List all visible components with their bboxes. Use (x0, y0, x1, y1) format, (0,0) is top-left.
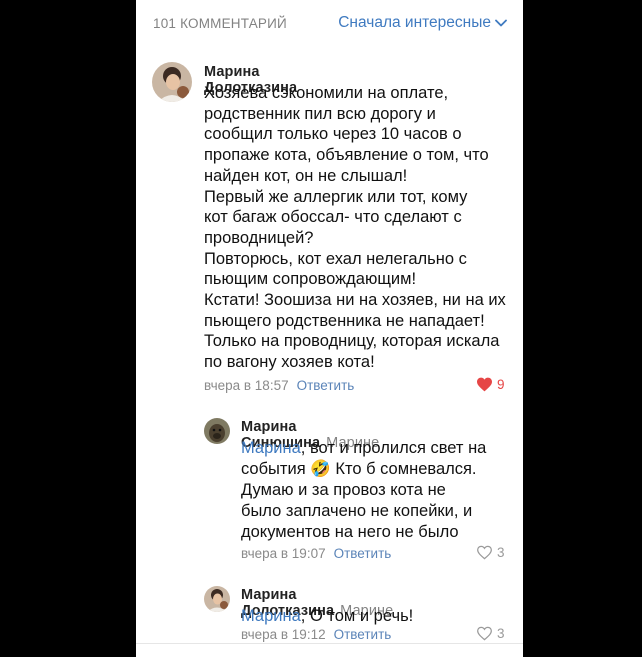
reply-button[interactable]: Ответить (297, 378, 355, 393)
like-button[interactable]: 3 (476, 545, 505, 560)
reply-button[interactable]: Ответить (334, 546, 392, 561)
comment-text: Марина, вот и пролился свет на события 🤣… (241, 439, 487, 541)
comment-text: Хозяева сэкономили на оплате, родственни… (204, 84, 506, 372)
avatar[interactable] (152, 62, 192, 102)
comment-text: Марина, О том и речь! (241, 607, 414, 625)
comments-count: 101 КОММЕНТАРИЙ (153, 15, 287, 31)
avatar[interactable] (204, 418, 230, 444)
reply-button[interactable]: Ответить (334, 627, 392, 642)
bottom-input-bar[interactable] (136, 643, 523, 657)
comment-time: вчера в 18:57 (204, 378, 289, 393)
avatar[interactable] (204, 586, 230, 612)
heart-outline-icon (477, 545, 492, 560)
like-button[interactable]: 3 (476, 626, 505, 641)
like-count: 9 (497, 377, 505, 392)
comments-screen: 101 КОММЕНТАРИЙ Сначала интересные Марин… (136, 0, 523, 657)
like-count: 3 (497, 545, 505, 560)
heart-filled-icon (477, 377, 492, 392)
comment-meta: вчера в 19:07 Ответить (241, 546, 391, 561)
like-button[interactable]: 9 (476, 377, 505, 392)
mention-link[interactable]: Марина (241, 439, 301, 457)
comments-header: 101 КОММЕНТАРИЙ Сначала интересные (136, 0, 523, 46)
sort-label: Сначала интересные (338, 14, 491, 31)
chevron-down-icon (495, 19, 507, 27)
sort-dropdown[interactable]: Сначала интересные (338, 14, 507, 32)
heart-outline-icon (477, 626, 492, 641)
mention-link[interactable]: Марина (241, 607, 301, 625)
comment-meta: вчера в 19:12 Ответить (241, 627, 391, 642)
comment-meta: вчера в 18:57 Ответить (204, 378, 354, 393)
comment-time: вчера в 19:12 (241, 627, 326, 642)
like-count: 3 (497, 626, 505, 641)
comment-time: вчера в 19:07 (241, 546, 326, 561)
